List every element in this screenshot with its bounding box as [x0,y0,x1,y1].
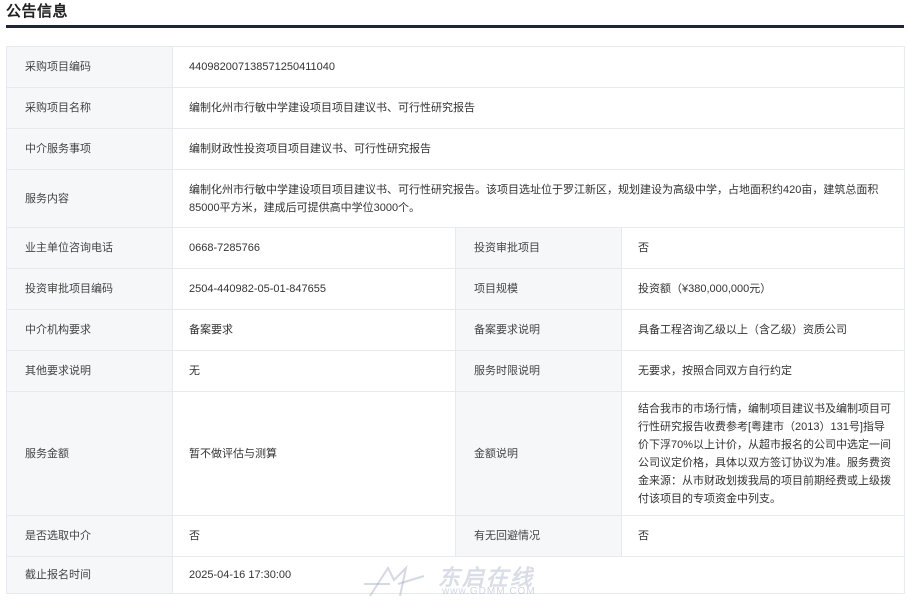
owner-phone-label: 业主单位咨询电话 [6,227,173,269]
section-header: 公告信息 [6,0,904,28]
owner-phone-value: 0668-7285766 [172,227,456,269]
other-requirement-value: 无 [172,350,456,392]
project-scale-label: 项目规模 [455,268,622,310]
announcement-info-table: 采购项目编码 440982007138571250411040 采购项目名称 编… [6,46,905,594]
investment-approval-label: 投资审批项目 [455,227,622,269]
project-name-value: 编制化州市行敏中学建设项目项目建议书、可行性研究报告 [172,87,905,129]
amount-desc-value: 结合我市的市场行情，编制项目建议书及编制项目可行性研究报告收费参考[粤建市（20… [621,391,905,516]
table-row: 截止报名时间 2025-04-16 17:30:00 [6,556,905,594]
avoidance-label: 有无回避情况 [455,515,622,557]
avoidance-value: 否 [621,515,905,557]
table-row: 采购项目名称 编制化州市行敏中学建设项目项目建议书、可行性研究报告 [6,87,905,129]
table-row: 其他要求说明 无 服务时限说明 无要求，按照合同双方自行约定 [6,350,905,392]
table-row: 投资审批项目编码 2504-440982-05-01-847655 项目规模 投… [6,268,905,310]
table-row: 采购项目编码 440982007138571250411040 [6,46,905,88]
selected-agency-label: 是否选取中介 [6,515,173,557]
service-content-label: 服务内容 [6,169,173,228]
time-limit-value: 无要求，按照合同双方自行约定 [621,350,905,392]
agency-requirement-label: 中介机构要求 [6,309,173,351]
filing-requirement-label: 备案要求说明 [455,309,622,351]
section-title: 公告信息 [6,3,69,20]
table-row: 服务内容 编制化州市行敏中学建设项目项目建议书、可行性研究报告。该项目选址位于罗… [6,169,905,228]
agency-service-value: 编制财政性投资项目项目建议书、可行性研究报告 [172,128,905,170]
project-code-label: 采购项目编码 [6,46,173,88]
deadline-label: 截止报名时间 [6,556,173,594]
table-row: 中介机构要求 备案要求 备案要求说明 具备工程咨询乙级以上（含乙级）资质公司 [6,309,905,351]
agency-requirement-value: 备案要求 [172,309,456,351]
service-amount-label: 服务金额 [6,391,173,516]
deadline-value: 2025-04-16 17:30:00 [172,556,905,594]
investment-approval-value: 否 [621,227,905,269]
agency-service-label: 中介服务事项 [6,128,173,170]
other-requirement-label: 其他要求说明 [6,350,173,392]
project-code-value: 440982007138571250411040 [172,46,905,88]
selected-agency-value: 否 [172,515,456,557]
table-row: 业主单位咨询电话 0668-7285766 投资审批项目 否 [6,227,905,269]
service-amount-value: 暂不做评估与测算 [172,391,456,516]
approval-code-label: 投资审批项目编码 [6,268,173,310]
filing-requirement-value: 具备工程咨询乙级以上（含乙级）资质公司 [621,309,905,351]
table-row: 是否选取中介 否 有无回避情况 否 [6,515,905,557]
table-row: 服务金额 暂不做评估与测算 金额说明 结合我市的市场行情，编制项目建议书及编制项… [6,391,905,516]
approval-code-value: 2504-440982-05-01-847655 [172,268,456,310]
time-limit-label: 服务时限说明 [455,350,622,392]
project-name-label: 采购项目名称 [6,87,173,129]
project-scale-value: 投资额（¥380,000,000元） [621,268,905,310]
amount-desc-label: 金额说明 [455,391,622,516]
service-content-value: 编制化州市行敏中学建设项目项目建议书、可行性研究报告。该项目选址位于罗江新区，规… [172,169,905,228]
table-row: 中介服务事项 编制财政性投资项目项目建议书、可行性研究报告 [6,128,905,170]
